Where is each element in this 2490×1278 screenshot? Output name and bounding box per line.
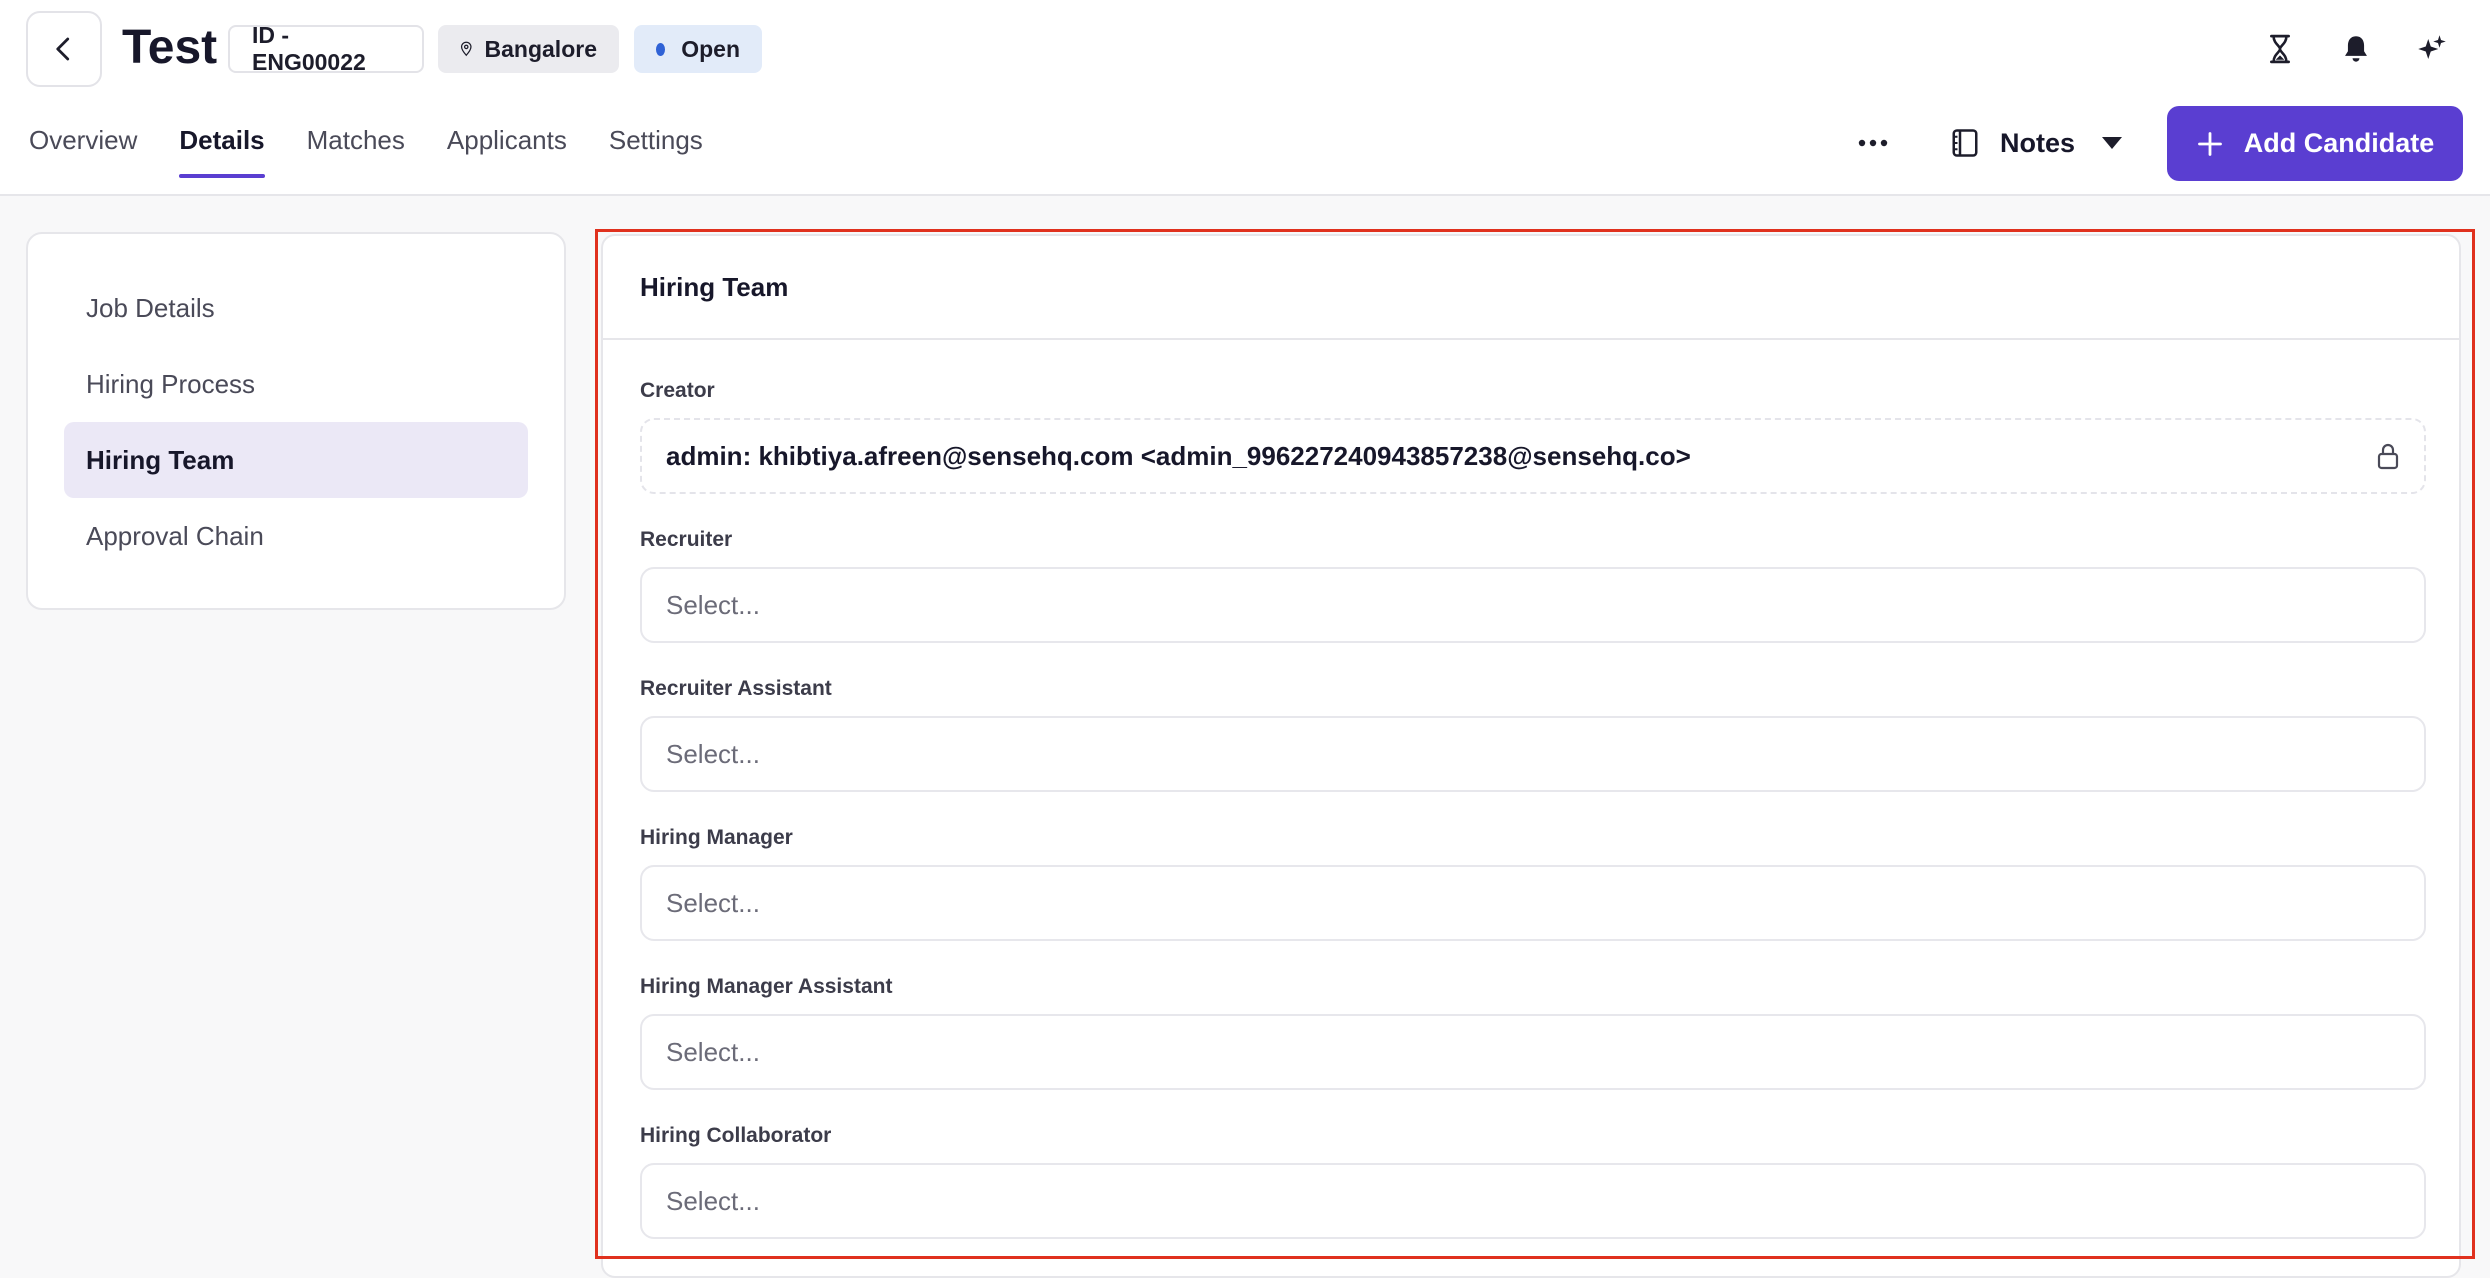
- hiring-collaborator-select[interactable]: Select...: [640, 1163, 2426, 1239]
- status-dot-icon: [656, 42, 666, 56]
- notes-label: Notes: [2000, 127, 2076, 158]
- notes-icon: [1952, 129, 1978, 157]
- bell-icon: [2345, 36, 2367, 62]
- recruiter-assistant-select[interactable]: Select...: [640, 716, 2426, 792]
- page-header: Test ID - ENG00022 Bangalore Open Overvi…: [0, 0, 2490, 196]
- creator-label: Creator: [640, 379, 715, 402]
- caret-down-icon: [2102, 137, 2123, 149]
- map-pin-icon: [460, 41, 472, 57]
- sidenav-item-hiring-team[interactable]: Hiring Team: [64, 422, 528, 498]
- status-badge: Open: [634, 25, 762, 73]
- sidenav-item-approval-chain[interactable]: Approval Chain: [64, 498, 528, 574]
- hiring-collaborator-label: Hiring Collaborator: [640, 1124, 832, 1147]
- details-sidenav: Job Details Hiring Process Hiring Team A…: [26, 232, 566, 610]
- sidenav-item-job-details[interactable]: Job Details: [64, 270, 528, 346]
- location-text: Bangalore: [484, 35, 597, 62]
- hiring-manager-assistant-field: Hiring Manager Assistant Select...: [640, 974, 2426, 1090]
- tab-bar: Overview Details Matches Applicants Sett…: [29, 120, 745, 182]
- hourglass-button[interactable]: [2257, 26, 2303, 72]
- tab-matches[interactable]: Matches: [307, 120, 405, 178]
- plus-icon: [2197, 131, 2222, 156]
- page-title: Test: [122, 21, 218, 74]
- sparkles-icon: [2418, 35, 2446, 59]
- hiring-manager-assistant-select[interactable]: Select...: [640, 1014, 2426, 1090]
- job-id-badge: ID - ENG00022: [228, 22, 424, 75]
- creator-value-box: admin: khibtiya.afreen@sensehq.com <admi…: [640, 418, 2426, 494]
- hiring-team-panel: Hiring Team Creator admin: khibtiya.afre…: [601, 234, 2461, 1278]
- tab-overview[interactable]: Overview: [29, 120, 137, 178]
- lock-icon: [2377, 443, 2399, 470]
- hiring-collaborator-field: Hiring Collaborator Select...: [640, 1123, 2426, 1239]
- chevron-left-icon: [56, 37, 70, 61]
- job-id-text: ID - ENG00022: [252, 22, 366, 75]
- hiring-manager-assistant-label: Hiring Manager Assistant: [640, 975, 893, 998]
- status-text: Open: [681, 35, 740, 62]
- recruiter-select[interactable]: Select...: [640, 567, 2426, 643]
- recruiter-assistant-field: Recruiter Assistant Select...: [640, 676, 2426, 792]
- more-options-button[interactable]: [1850, 120, 1896, 166]
- more-horizontal-icon: [1858, 139, 1888, 147]
- ai-assistant-button[interactable]: [2409, 26, 2455, 72]
- hiring-manager-select[interactable]: Select...: [640, 865, 2426, 941]
- tab-settings[interactable]: Settings: [609, 120, 703, 178]
- panel-title: Hiring Team: [603, 236, 2459, 340]
- sidenav-item-hiring-process[interactable]: Hiring Process: [64, 346, 528, 422]
- notifications-button[interactable]: [2333, 26, 2379, 72]
- hourglass-icon: [2270, 34, 2290, 64]
- location-badge: Bangalore: [438, 25, 619, 73]
- hiring-manager-field: Hiring Manager Select...: [640, 825, 2426, 941]
- add-candidate-label: Add Candidate: [2243, 128, 2435, 158]
- tab-applicants[interactable]: Applicants: [447, 120, 567, 178]
- add-candidate-button[interactable]: Add Candidate: [2167, 106, 2463, 181]
- hiring-manager-label: Hiring Manager: [640, 826, 793, 849]
- recruiter-label: Recruiter: [640, 528, 733, 551]
- creator-value: admin: khibtiya.afreen@sensehq.com <admi…: [666, 440, 1691, 471]
- creator-field: Creator admin: khibtiya.afreen@sensehq.c…: [640, 378, 2426, 494]
- recruiter-assistant-label: Recruiter Assistant: [640, 677, 832, 700]
- back-button[interactable]: [26, 11, 102, 87]
- notes-button[interactable]: Notes: [1950, 115, 2123, 171]
- recruiter-field: Recruiter Select...: [640, 527, 2426, 643]
- tab-details[interactable]: Details: [179, 120, 265, 178]
